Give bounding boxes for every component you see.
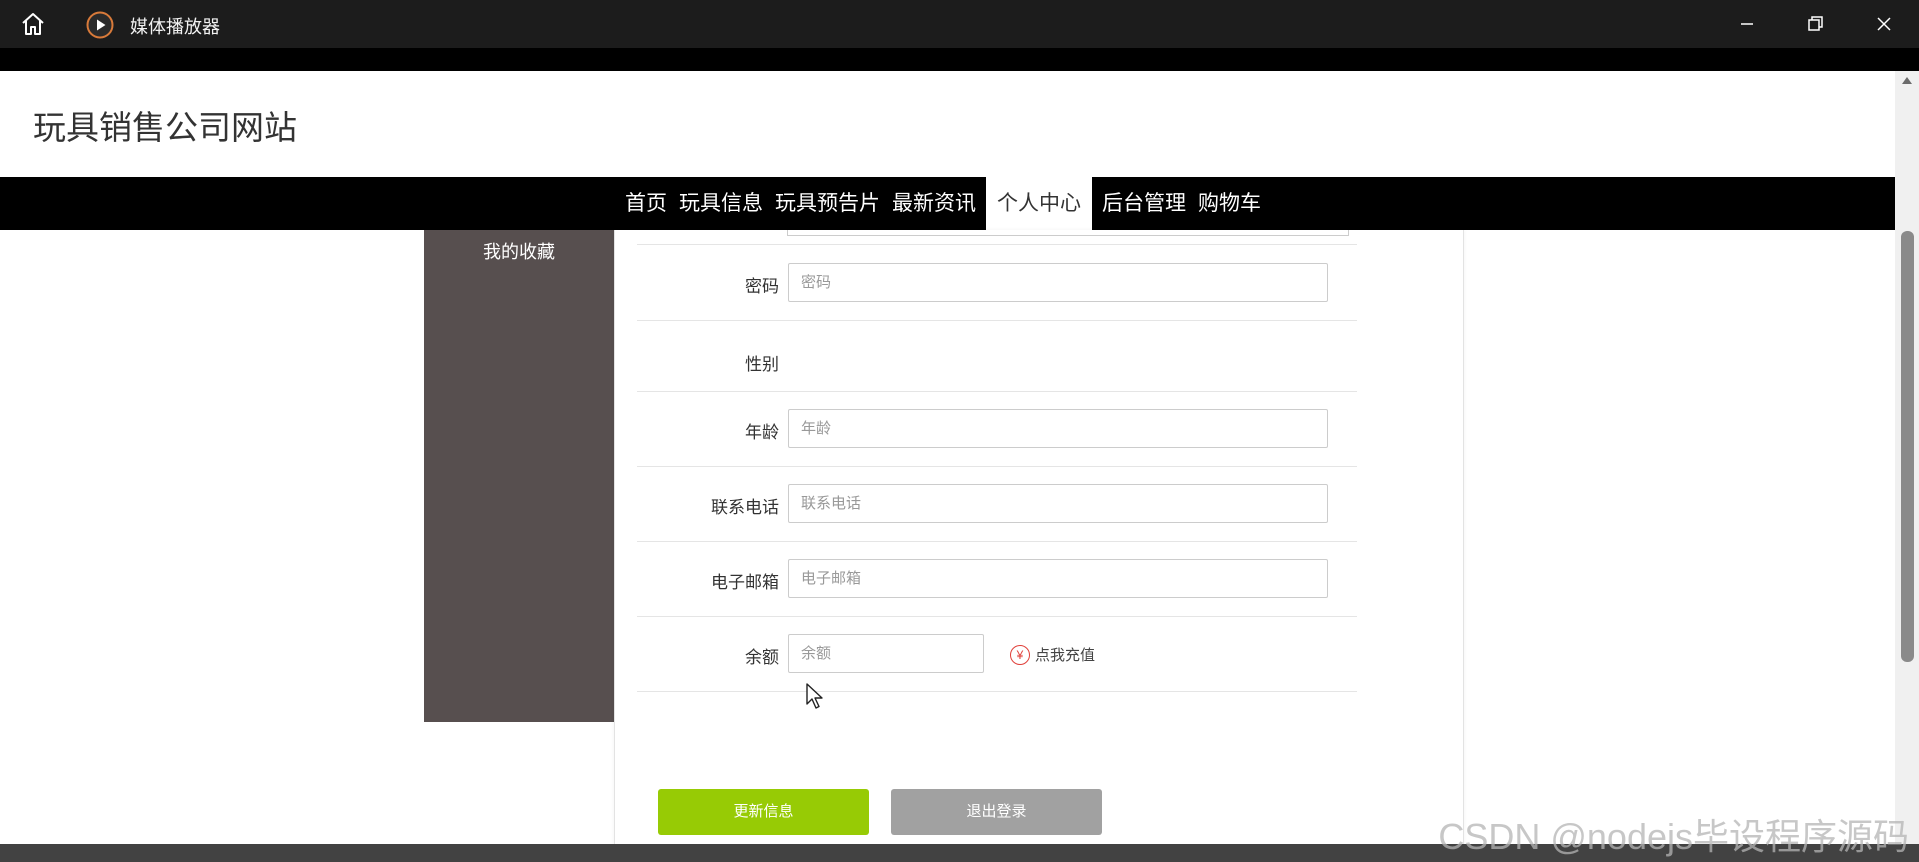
age-field[interactable] xyxy=(788,409,1328,448)
watermark: CSDN @nodejs毕设程序源码 xyxy=(1438,816,1909,857)
gender-label: 性别 xyxy=(745,355,779,374)
gender-row: 性别 xyxy=(637,320,1357,392)
scroll-up-icon[interactable] xyxy=(1902,77,1912,84)
recharge-label: 点我充值 xyxy=(1035,647,1096,664)
sidebar-item-favorites[interactable]: 我的收藏 xyxy=(424,238,614,264)
close-icon[interactable] xyxy=(1864,10,1904,38)
email-label: 电子邮箱 xyxy=(711,573,779,592)
yen-icon: ¥ xyxy=(1010,644,1030,665)
main-nav: 首页 玩具信息 玩具预告片 最新资讯 个人中心 后台管理 购物车 xyxy=(0,177,1895,230)
phone-field[interactable] xyxy=(788,484,1328,523)
update-info-button[interactable]: 更新信息 xyxy=(658,789,869,835)
nav-admin[interactable]: 后台管理 xyxy=(1096,177,1192,230)
phone-label: 联系电话 xyxy=(711,498,779,517)
phone-row: 联系电话 xyxy=(637,466,1357,542)
password-row: 密码 xyxy=(637,244,1357,321)
nav-toy-trailer[interactable]: 玩具预告片 xyxy=(769,177,886,230)
logout-button[interactable]: 退出登录 xyxy=(891,789,1102,835)
balance-row: 余额 ¥ 点我充值 xyxy=(637,616,1357,692)
nav-toy-info[interactable]: 玩具信息 xyxy=(673,177,769,230)
nav-home[interactable]: 首页 xyxy=(619,177,673,230)
mouse-cursor-icon xyxy=(806,683,823,709)
recharge-link[interactable]: ¥ 点我充值 xyxy=(1010,644,1095,665)
web-page: 玩具销售公司网站 首页 玩具信息 玩具预告片 最新资讯 个人中心 后台管理 购物… xyxy=(0,71,1895,844)
scroll-thumb[interactable] xyxy=(1901,231,1914,662)
profile-form: 密码 性别 年龄 联系电话 电子邮箱 余额 ¥ 点我充值 更新信息 xyxy=(614,230,1464,844)
balance-field[interactable] xyxy=(788,634,984,673)
password-field[interactable] xyxy=(788,263,1328,302)
restore-icon[interactable] xyxy=(1795,10,1835,38)
email-row: 电子邮箱 xyxy=(637,541,1357,617)
window-titlebar: 媒体播放器 xyxy=(0,0,1919,48)
nav-personal-center[interactable]: 个人中心 xyxy=(986,177,1092,230)
balance-label: 余额 xyxy=(745,648,779,667)
previous-field-edge xyxy=(787,230,1349,236)
nav-news[interactable]: 最新资讯 xyxy=(886,177,982,230)
sidebar: 我的收藏 xyxy=(424,230,614,722)
form-divider xyxy=(637,691,1357,692)
age-row: 年龄 xyxy=(637,391,1357,467)
home-icon[interactable] xyxy=(20,12,46,36)
minimize-icon[interactable] xyxy=(1727,10,1767,38)
password-label: 密码 xyxy=(745,277,779,296)
site-title: 玩具销售公司网站 xyxy=(33,109,297,146)
email-field[interactable] xyxy=(788,559,1328,598)
play-icon xyxy=(86,11,114,39)
vertical-scrollbar[interactable] xyxy=(1895,71,1919,844)
window-title: 媒体播放器 xyxy=(130,17,220,37)
age-label: 年龄 xyxy=(745,423,779,442)
player-top-band xyxy=(0,48,1919,71)
nav-cart[interactable]: 购物车 xyxy=(1192,177,1267,230)
